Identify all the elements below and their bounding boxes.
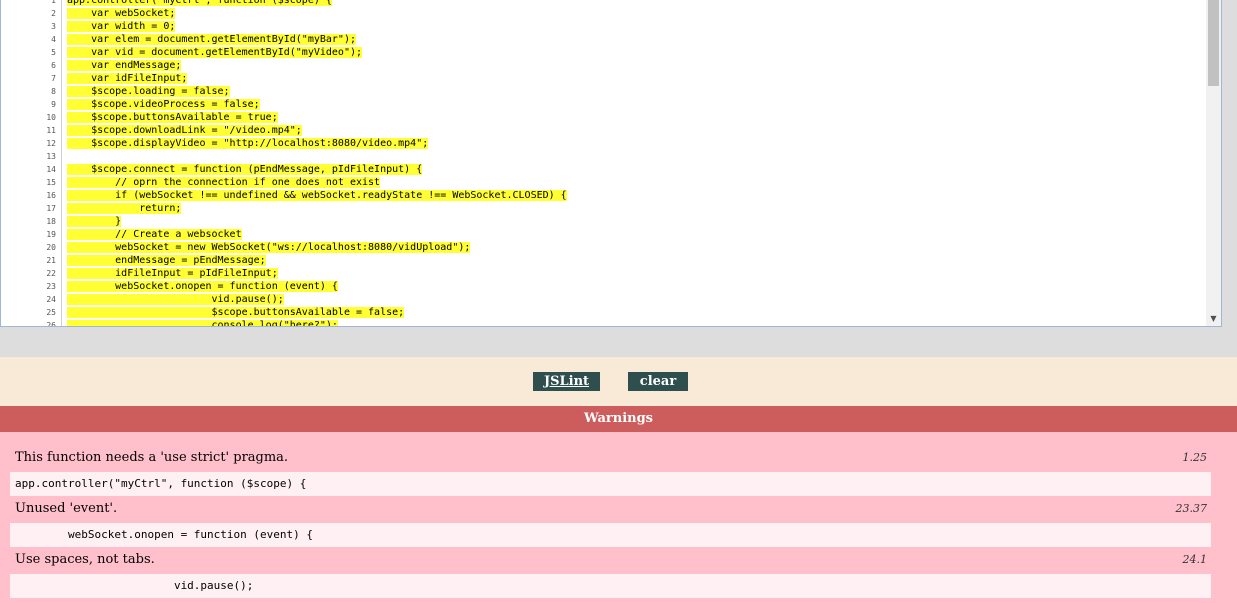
- code-line-text: var endMessage;: [67, 60, 182, 71]
- code-line: $scope.loading = false;: [67, 85, 230, 98]
- code-line: app.controller("myCtrl", function ($scop…: [67, 0, 332, 7]
- code-line: var endMessage;: [67, 59, 182, 72]
- code-line-text: vid.pause();: [67, 294, 284, 305]
- code-line: // oprn the connection if one does not e…: [67, 176, 381, 189]
- line-number: 21: [46, 256, 56, 265]
- code-line-text: $scope.loading = false;: [67, 86, 230, 97]
- clear-button[interactable]: clear: [628, 372, 688, 391]
- line-number: 12: [46, 139, 56, 148]
- warnings-title: Warnings: [0, 406, 1237, 432]
- code-line-text: var width = 0;: [67, 21, 176, 32]
- line-number: 4: [51, 35, 56, 44]
- line-number-gutter: 1 2 3 4 5 6 7 8 9 10 11 12 13 14 15 16 17 18 19 20 21 22 23 24 2…: [1, 0, 62, 326]
- line-number: 23: [46, 282, 56, 291]
- line-number: 11: [46, 126, 56, 135]
- line-number: 9: [51, 100, 56, 109]
- line-number: 6: [51, 61, 56, 70]
- code-line-text: $scope.connect = function (pEndMessage, …: [67, 164, 423, 175]
- code-line-text: }: [67, 216, 122, 227]
- code-line: $scope.connect = function (pEndMessage, …: [67, 163, 423, 176]
- toolbar: JSLint clear: [0, 357, 1237, 406]
- code-line-text: webSocket = new WebSocket("ws://localhos…: [67, 242, 471, 253]
- editor-area: 1 2 3 4 5 6 7 8 9 10 11 12 13 14 15 16 17 18 19 20 21 22 23 24 2…: [0, 0, 1237, 357]
- code-line-text: var vid = document.getElementById("myVid…: [67, 47, 363, 58]
- line-number: 16: [46, 191, 56, 200]
- jslint-button[interactable]: JSLint: [533, 372, 600, 391]
- line-number: 26: [46, 321, 56, 327]
- code-line: webSocket = new WebSocket("ws://localhos…: [67, 241, 471, 254]
- scrollbar-thumb[interactable]: [1208, 0, 1219, 86]
- line-number: 20: [46, 243, 56, 252]
- line-number: 1: [51, 0, 56, 5]
- code-line-text: return;: [67, 203, 182, 214]
- code-line: if (webSocket !== undefined && webSocket…: [67, 189, 567, 202]
- line-number: 2: [51, 9, 56, 18]
- code-line-text: app.controller("myCtrl", function ($scop…: [67, 0, 332, 6]
- warning-position: 24.1: [1182, 553, 1208, 566]
- line-number: 24: [46, 295, 56, 304]
- code-line-text: $scope.displayVideo = "http://localhost:…: [67, 138, 429, 149]
- code-line-text: $scope.videoProcess = false;: [67, 99, 260, 110]
- line-number: 5: [51, 48, 56, 57]
- code-line-text: var webSocket;: [67, 8, 176, 19]
- line-number: 25: [46, 308, 56, 317]
- code-line: $scope.displayVideo = "http://localhost:…: [67, 137, 429, 150]
- line-number: 14: [46, 165, 56, 174]
- code-line: $scope.downloadLink = "/video.mp4";: [67, 124, 302, 137]
- code-line: var width = 0;: [67, 20, 176, 33]
- warnings-list: This function needs a 'use strict' pragm…: [0, 432, 1237, 603]
- code-line-text: idFileInput = pIdFileInput;: [67, 268, 278, 279]
- code-line: $scope.videoProcess = false;: [67, 98, 260, 111]
- code-line: var elem = document.getElementById("myBa…: [67, 33, 356, 46]
- line-number: 19: [46, 230, 56, 239]
- warning-message: Unused 'event'.: [15, 501, 118, 516]
- code-line: var vid = document.getElementById("myVid…: [67, 46, 363, 59]
- code-line: var webSocket;: [67, 7, 176, 20]
- line-number: 13: [46, 152, 56, 161]
- warning-message: Use spaces, not tabs.: [15, 552, 155, 567]
- line-number: 8: [51, 87, 56, 96]
- code-line: webSocket.onopen = function (event) {: [67, 280, 338, 293]
- code-line-text: // Create a websocket: [67, 229, 242, 240]
- warning-code: vid.pause();: [10, 574, 1211, 598]
- code-line-text: if (webSocket !== undefined && webSocket…: [67, 190, 567, 201]
- code-lines[interactable]: app.controller("myCtrl", function ($scop…: [67, 0, 1205, 326]
- warning-code: app.controller("myCtrl", function ($scop…: [10, 472, 1211, 496]
- code-line: var idFileInput;: [67, 72, 188, 85]
- code-line-text: $scope.buttonsAvailable = false;: [67, 307, 405, 318]
- code-line: idFileInput = pIdFileInput;: [67, 267, 278, 280]
- warning-code: webSocket.onopen = function (event) {: [10, 523, 1211, 547]
- warning-message: This function needs a 'use strict' pragm…: [15, 450, 289, 465]
- line-number: 22: [46, 269, 56, 278]
- code-line: }: [67, 215, 122, 228]
- code-line: endMessage = pEndMessage;: [67, 254, 266, 267]
- code-editor[interactable]: 1 2 3 4 5 6 7 8 9 10 11 12 13 14 15 16 17 18 19 20 21 22 23 24 2…: [0, 0, 1222, 327]
- warning-position: 1.25: [1182, 451, 1208, 464]
- code-line-text: $scope.buttonsAvailable = true;: [67, 112, 278, 123]
- code-line: // Create a websocket: [67, 228, 242, 241]
- code-line-text: endMessage = pEndMessage;: [67, 255, 266, 266]
- line-number: 18: [46, 217, 56, 226]
- line-number: 15: [46, 178, 56, 187]
- code-line: return;: [67, 202, 182, 215]
- code-line-text: webSocket.onopen = function (event) {: [67, 281, 338, 292]
- code-line-text: var idFileInput;: [67, 73, 188, 84]
- code-line-text: console.log("here?");: [67, 320, 338, 326]
- line-number: 3: [51, 22, 56, 31]
- line-number: 7: [51, 74, 56, 83]
- code-line: vid.pause();: [67, 293, 284, 306]
- line-number: 10: [46, 113, 56, 122]
- code-line: console.log("here?");: [67, 319, 338, 326]
- warning-position: 23.37: [1175, 502, 1208, 515]
- scroll-down-icon[interactable]: ▼: [1206, 312, 1221, 326]
- code-line: $scope.buttonsAvailable = false;: [67, 306, 405, 319]
- code-line-text: // oprn the connection if one does not e…: [67, 177, 381, 188]
- line-number: 17: [46, 204, 56, 213]
- editor-scrollbar[interactable]: ▼: [1206, 0, 1221, 326]
- code-line-text: $scope.downloadLink = "/video.mp4";: [67, 125, 302, 136]
- code-line-text: var elem = document.getElementById("myBa…: [67, 34, 356, 45]
- code-line: $scope.buttonsAvailable = true;: [67, 111, 278, 124]
